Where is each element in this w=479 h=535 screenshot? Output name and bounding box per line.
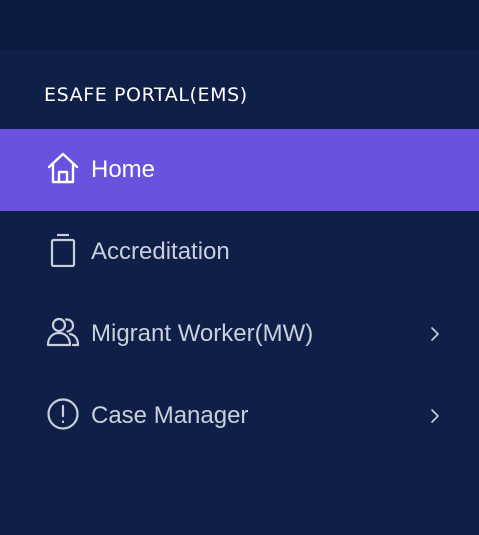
users-icon xyxy=(46,315,80,349)
home-icon xyxy=(46,151,80,185)
alert-circle-icon xyxy=(46,397,80,431)
sidebar-item-label: Home xyxy=(91,156,156,183)
sidebar-item-label: Case Manager xyxy=(91,402,249,429)
sidebar-item-accreditation[interactable]: Accreditation xyxy=(0,211,479,293)
sidebar-menu: Home Accreditation Migrant Worker(MW) Ca… xyxy=(0,129,479,457)
sidebar-item-label: Migrant Worker(MW) xyxy=(91,320,314,347)
top-bar xyxy=(0,0,479,50)
portal-title: ESAFE PORTAL(EMS) xyxy=(44,84,248,106)
sidebar-item-label: Accreditation xyxy=(91,238,230,265)
chevron-right-icon xyxy=(428,325,442,343)
chevron-right-icon xyxy=(428,407,442,425)
sidebar-item-case-manager[interactable]: Case Manager xyxy=(0,375,479,457)
sidebar-item-migrant-worker[interactable]: Migrant Worker(MW) xyxy=(0,293,479,375)
clipboard-icon xyxy=(46,233,80,267)
sidebar: ESAFE PORTAL(EMS) Home Accreditation Mig… xyxy=(0,0,479,535)
sidebar-item-home[interactable]: Home xyxy=(0,129,479,211)
